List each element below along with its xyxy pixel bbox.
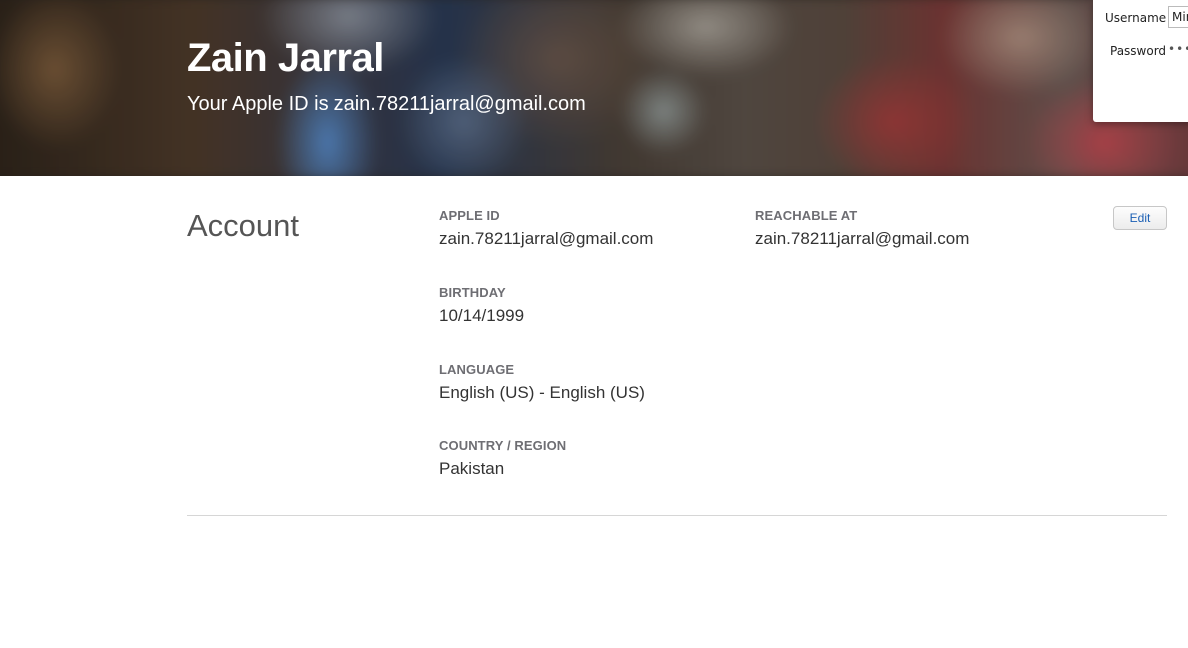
username-field[interactable]: Mir bbox=[1168, 6, 1188, 28]
hero-overlay bbox=[0, 0, 1188, 176]
username-label: Username bbox=[1105, 11, 1167, 25]
profile-hero-banner: Zain Jarral Your Apple ID is zain.78211ja… bbox=[0, 0, 1188, 176]
language-field: LANGUAGE English (US) - English (US) bbox=[439, 362, 645, 403]
language-value: English (US) - English (US) bbox=[439, 383, 645, 402]
reachable-at-label: REACHABLE AT bbox=[755, 208, 858, 223]
account-holder-name: Zain Jarral bbox=[187, 36, 384, 80]
reachable-at-field: REACHABLE AT zain.78211jarral@gmail.com bbox=[755, 208, 969, 249]
country-region-label: COUNTRY / REGION bbox=[439, 438, 567, 453]
country-region-value: Pakistan bbox=[439, 459, 505, 478]
section-divider bbox=[187, 515, 1167, 516]
country-region-field: COUNTRY / REGION Pakistan bbox=[439, 438, 566, 479]
password-manager-popup: Username Mir Password •••• bbox=[1093, 0, 1188, 122]
apple-id-subtitle-email: zain.78211jarral@gmail.com bbox=[333, 93, 586, 115]
birthday-label: BIRTHDAY bbox=[439, 285, 506, 300]
reachable-at-value: zain.78211jarral@gmail.com bbox=[755, 229, 970, 248]
birthday-value: 10/14/1999 bbox=[439, 306, 525, 325]
password-field[interactable]: •••• bbox=[1168, 42, 1188, 60]
apple-id-subtitle: Your Apple ID is zain.78211jarral@gmail.c… bbox=[187, 93, 586, 116]
language-label: LANGUAGE bbox=[439, 362, 515, 377]
password-label: Password bbox=[1110, 44, 1167, 58]
birthday-field: BIRTHDAY 10/14/1999 bbox=[439, 285, 524, 326]
edit-button[interactable]: Edit bbox=[1113, 206, 1167, 230]
apple-id-field: APPLE ID zain.78211jarral@gmail.com bbox=[439, 208, 653, 249]
apple-id-label: APPLE ID bbox=[439, 208, 500, 223]
section-title: Account bbox=[187, 208, 300, 243]
apple-id-value: zain.78211jarral@gmail.com bbox=[439, 229, 654, 248]
apple-id-subtitle-prefix: Your Apple ID is bbox=[187, 93, 329, 115]
